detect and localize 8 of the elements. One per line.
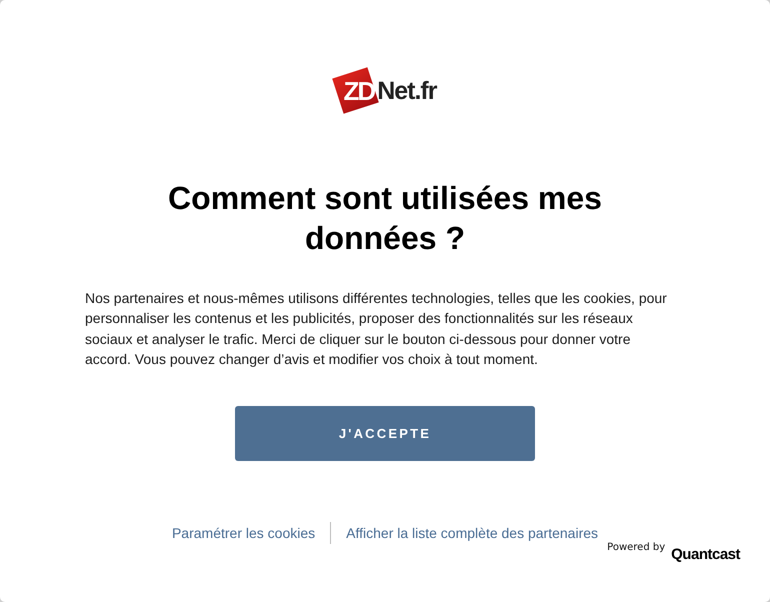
quantcast-logo[interactable]: Quantcast [671,546,740,564]
consent-text: Nos partenaires et nous-mêmes utilisons différentes technologies, telles que les cookies, pour personnaliser les contenus et les publicités, proposer des fonctionnalités sur les réseaux sociaux et analyser le trafic. Merci de cliquer sur le bouton ci-dessous pour donner votre accord. Vous pouvez changer d’avis et modifier vos choix à tout moment. [85,289,668,369]
footer-link[interactable]: Paramétrer les cookies [172,525,316,542]
powered-by-label: Powered by [607,542,666,554]
accept-button[interactable]: J'ACCEPTE [235,406,535,462]
site-logo: ZDNet.fr [332,60,438,122]
dialog-title: Comment sont utilisées mes données ? [167,179,603,258]
footer-link[interactable]: Afficher la liste complète des partenaires [346,525,598,542]
